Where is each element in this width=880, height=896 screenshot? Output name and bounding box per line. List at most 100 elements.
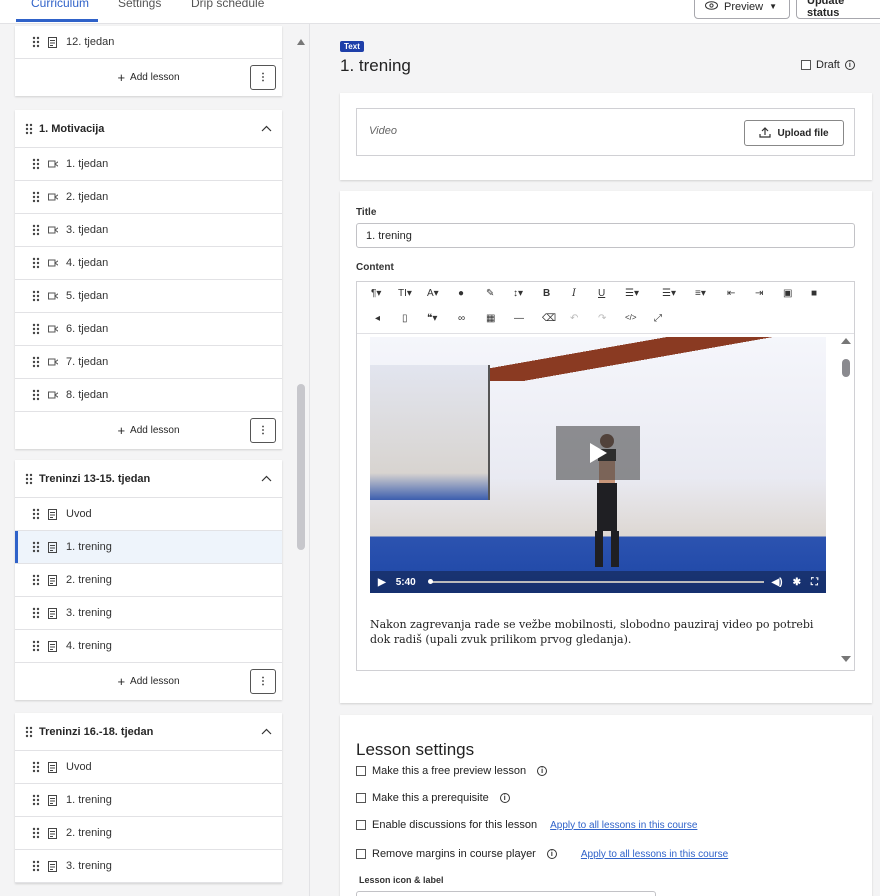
file-icon[interactable]: ▯ bbox=[402, 313, 408, 324]
scrollbar-thumb[interactable] bbox=[297, 384, 305, 550]
section-header[interactable]: 1. Motivacija bbox=[15, 110, 282, 148]
discussions-checkbox[interactable] bbox=[356, 820, 366, 830]
lesson-row[interactable]: 1. trening bbox=[15, 784, 282, 817]
lesson-row[interactable]: 3. trening bbox=[15, 850, 282, 883]
drag-handle-icon[interactable] bbox=[32, 607, 40, 619]
video-icon[interactable]: ■ bbox=[811, 288, 817, 299]
drag-handle-icon[interactable] bbox=[25, 473, 33, 485]
chevron-up-icon[interactable] bbox=[261, 473, 272, 485]
play-overlay-button[interactable] bbox=[556, 426, 640, 480]
more-options-icon[interactable]: ⋮ bbox=[250, 669, 276, 694]
volume-icon[interactable]: ◀) bbox=[772, 577, 783, 588]
drag-handle-icon[interactable] bbox=[25, 123, 33, 135]
font-size-icon[interactable]: TI▾ bbox=[398, 288, 412, 299]
lesson-row[interactable]: 1. trening bbox=[15, 531, 282, 564]
apply-all-discussions-link[interactable]: Apply to all lessons in this course bbox=[550, 820, 697, 831]
table-icon[interactable]: ▦ bbox=[486, 313, 495, 324]
drag-handle-icon[interactable] bbox=[32, 860, 40, 872]
fullscreen-icon[interactable]: ⤢ bbox=[654, 313, 662, 324]
drag-handle-icon[interactable] bbox=[32, 356, 40, 368]
drag-handle-icon[interactable] bbox=[32, 224, 40, 236]
lesson-row[interactable]: 8. tjedan bbox=[15, 379, 282, 412]
lesson-row[interactable]: 1. tjedan bbox=[15, 148, 282, 181]
lesson-row[interactable]: 7. tjedan bbox=[15, 346, 282, 379]
redo-icon[interactable]: ↷ bbox=[598, 313, 606, 324]
add-lesson-button[interactable]: + Add lesson bbox=[117, 423, 179, 438]
underline-icon[interactable]: U bbox=[598, 288, 605, 299]
eraser-icon[interactable]: ⌫ bbox=[542, 313, 556, 324]
drag-handle-icon[interactable] bbox=[25, 726, 33, 738]
align-icon[interactable]: ≡▾ bbox=[695, 288, 706, 299]
drag-handle-icon[interactable] bbox=[32, 640, 40, 652]
video-upload-area[interactable]: Video Upload file bbox=[356, 108, 855, 156]
ordered-list-icon[interactable]: ☰▾ bbox=[625, 288, 639, 299]
more-options-icon[interactable]: ⋮ bbox=[250, 65, 276, 90]
lesson-icon-select[interactable] bbox=[356, 891, 656, 896]
info-icon[interactable]: i bbox=[546, 849, 557, 859]
lesson-row[interactable]: Uvod bbox=[15, 498, 282, 531]
indent-icon[interactable]: ⇥ bbox=[755, 288, 763, 299]
drag-handle-icon[interactable] bbox=[32, 389, 40, 401]
info-icon[interactable]: i bbox=[537, 766, 548, 776]
drag-handle-icon[interactable] bbox=[32, 257, 40, 269]
bullet-list-icon[interactable]: ☰▾ bbox=[662, 288, 676, 299]
section-header[interactable]: Treninzi 13-15. tjedan bbox=[15, 460, 282, 498]
lesson-row[interactable]: 5. tjedan bbox=[15, 280, 282, 313]
lesson-row[interactable]: 3. trening bbox=[15, 597, 282, 630]
paragraph-format-icon[interactable]: ¶▾ bbox=[371, 288, 381, 299]
prerequisite-option[interactable]: Make this a prerequisite i bbox=[356, 792, 510, 804]
editor-scrollbar[interactable] bbox=[839, 335, 853, 670]
drag-handle-icon[interactable] bbox=[32, 827, 40, 839]
lesson-row[interactable]: 6. tjedan bbox=[15, 313, 282, 346]
editor-scrollbar-thumb[interactable] bbox=[842, 359, 850, 377]
lesson-row[interactable]: 2. trening bbox=[15, 564, 282, 597]
text-color-icon[interactable]: A▾ bbox=[427, 288, 439, 299]
chevron-up-icon[interactable] bbox=[261, 726, 272, 738]
draft-checkbox[interactable] bbox=[801, 60, 811, 70]
update-status-button[interactable]: Update status bbox=[796, 0, 880, 19]
image-icon[interactable]: ▣ bbox=[783, 288, 792, 299]
draft-toggle[interactable]: Draft i bbox=[801, 59, 855, 71]
outdent-icon[interactable]: ⇤ bbox=[727, 288, 735, 299]
free-preview-checkbox[interactable] bbox=[356, 766, 366, 776]
video-progress-bar[interactable] bbox=[427, 579, 764, 584]
chevron-up-icon[interactable] bbox=[261, 123, 272, 135]
free-preview-option[interactable]: Make this a free preview lesson i bbox=[356, 765, 548, 777]
line-height-icon[interactable]: ↕▾ bbox=[513, 288, 523, 299]
discussions-option[interactable]: Enable discussions for this lesson Apply… bbox=[356, 819, 697, 831]
drag-handle-icon[interactable] bbox=[32, 36, 40, 48]
highlight-icon[interactable]: ● bbox=[458, 288, 464, 299]
section-header[interactable]: Treninzi 16.-18. tjedan bbox=[15, 713, 282, 751]
scroll-up-arrow-icon[interactable] bbox=[840, 337, 852, 345]
fullscreen-video-icon[interactable]: ⛶ bbox=[811, 577, 818, 588]
bold-icon[interactable]: B bbox=[543, 288, 550, 299]
lesson-row[interactable]: 4. tjedan bbox=[15, 247, 282, 280]
remove-margins-checkbox[interactable] bbox=[356, 849, 366, 859]
title-input[interactable]: 1. trening bbox=[356, 223, 855, 248]
link-icon[interactable]: ∞ bbox=[458, 313, 465, 324]
remove-margins-option[interactable]: Remove margins in course player i Apply … bbox=[356, 848, 728, 860]
tab-drip-schedule[interactable]: Drip schedule bbox=[191, 0, 264, 10]
add-lesson-button[interactable]: + Add lesson bbox=[117, 70, 179, 85]
drag-handle-icon[interactable] bbox=[32, 541, 40, 553]
audio-icon[interactable]: ◂ bbox=[375, 313, 380, 324]
drag-handle-icon[interactable] bbox=[32, 794, 40, 806]
italic-icon[interactable]: I bbox=[572, 288, 576, 299]
scroll-up-arrow-icon[interactable] bbox=[297, 38, 305, 46]
code-view-icon[interactable]: </> bbox=[625, 313, 637, 322]
lesson-row[interactable]: 2. tjedan bbox=[15, 181, 282, 214]
play-small-icon[interactable]: ▶ bbox=[378, 577, 386, 588]
lesson-row[interactable]: 12. tjedan bbox=[15, 26, 282, 59]
undo-icon[interactable]: ↶ bbox=[570, 313, 578, 324]
drag-handle-icon[interactable] bbox=[32, 323, 40, 335]
add-lesson-button[interactable]: + Add lesson bbox=[117, 674, 179, 689]
quote-icon[interactable]: ❝▾ bbox=[427, 313, 437, 324]
drag-handle-icon[interactable] bbox=[32, 508, 40, 520]
lesson-row[interactable]: Uvod bbox=[15, 751, 282, 784]
lesson-row[interactable]: 4. trening bbox=[15, 630, 282, 663]
rich-text-editor[interactable]: ¶▾ TI▾ A▾ ● ✎ ↕▾ B I U ☰▾ ☰▾ ≡▾ ⇤ ⇥ ▣ ■ … bbox=[356, 281, 855, 671]
upload-file-button[interactable]: Upload file bbox=[744, 120, 844, 146]
drag-handle-icon[interactable] bbox=[32, 158, 40, 170]
brush-icon[interactable]: ✎ bbox=[486, 288, 494, 299]
editor-paragraph[interactable]: Nakon zagrevanja rade se vežbe mobilnost… bbox=[370, 617, 830, 647]
